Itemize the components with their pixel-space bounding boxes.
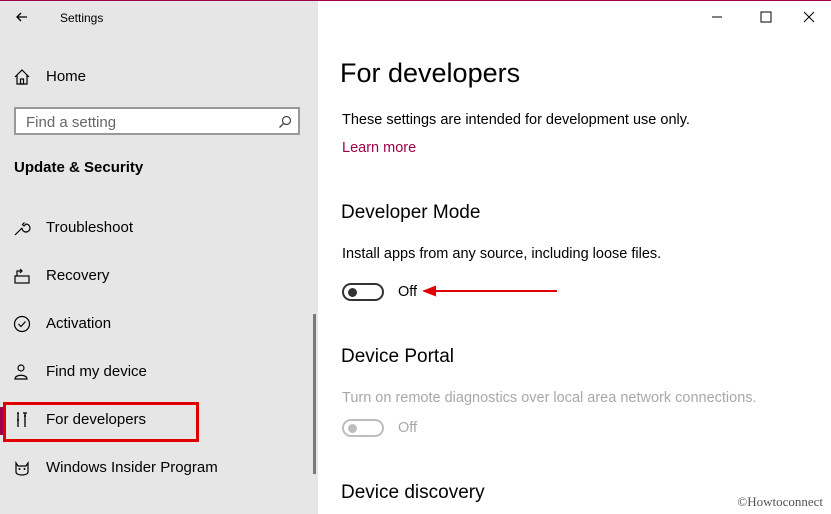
developer-mode-toggle[interactable] [342, 283, 384, 301]
device-portal-toggle-state: Off [398, 420, 418, 436]
sidebar-item-label: Find my device [46, 363, 147, 380]
intro-text: These settings are intended for developm… [342, 112, 690, 128]
sidebar-item-home[interactable]: Home [0, 57, 318, 97]
sidebar-item-label: Troubleshoot [46, 219, 133, 236]
sidebar-item-label: Windows Insider Program [46, 459, 218, 476]
sidebar-item-label: Home [46, 68, 87, 85]
device-portal-heading: Device Portal [341, 346, 454, 367]
toggle-knob [348, 288, 357, 297]
search-input[interactable]: Find a setting [14, 107, 300, 135]
device-portal-toggle[interactable] [342, 419, 384, 437]
sidebar-scrollbar[interactable] [313, 314, 316, 474]
recovery-icon [14, 268, 30, 284]
developer-mode-toggle-state: Off [398, 284, 418, 300]
sidebar-item-find-my-device[interactable]: Find my device [0, 352, 318, 392]
device-discovery-heading: Device discovery [341, 482, 485, 503]
annotation-arrow [422, 285, 557, 297]
maximize-icon[interactable] [755, 6, 777, 28]
home-icon [14, 69, 30, 85]
section-title: Update & Security [14, 159, 144, 176]
close-icon[interactable] [798, 6, 820, 28]
sidebar-item-label: Recovery [46, 267, 110, 284]
sidebar-item-label: Activation [46, 315, 112, 332]
learn-more-link[interactable]: Learn more [342, 140, 416, 156]
minimize-icon[interactable] [706, 6, 728, 28]
developer-mode-description: Install apps from any source, including … [342, 246, 662, 262]
annotation-highlight-box [3, 402, 199, 442]
search-icon[interactable] [278, 115, 292, 129]
wrench-icon [14, 222, 31, 236]
toggle-knob [348, 424, 357, 433]
search-placeholder: Find a setting [26, 114, 117, 131]
person-location-icon [14, 364, 28, 380]
sidebar-item-windows-insider-program[interactable]: Windows Insider Program [0, 448, 318, 488]
app-title: Settings [60, 11, 104, 25]
sidebar-item-recovery[interactable]: Recovery [0, 256, 318, 296]
sidebar-item-troubleshoot[interactable]: Troubleshoot [0, 208, 318, 248]
sidebar: Settings Home Find a setting Update & Se… [0, 1, 318, 514]
sidebar-item-activation[interactable]: Activation [0, 304, 318, 344]
watermark: ©Howtoconnect [737, 494, 823, 509]
developer-mode-heading: Developer Mode [341, 202, 481, 223]
device-portal-description: Turn on remote diagnostics over local ar… [342, 390, 757, 406]
check-circle-icon [13, 315, 31, 333]
page-title: For developers [340, 58, 521, 88]
insider-cat-icon [15, 461, 29, 476]
back-arrow-icon[interactable] [12, 7, 32, 27]
